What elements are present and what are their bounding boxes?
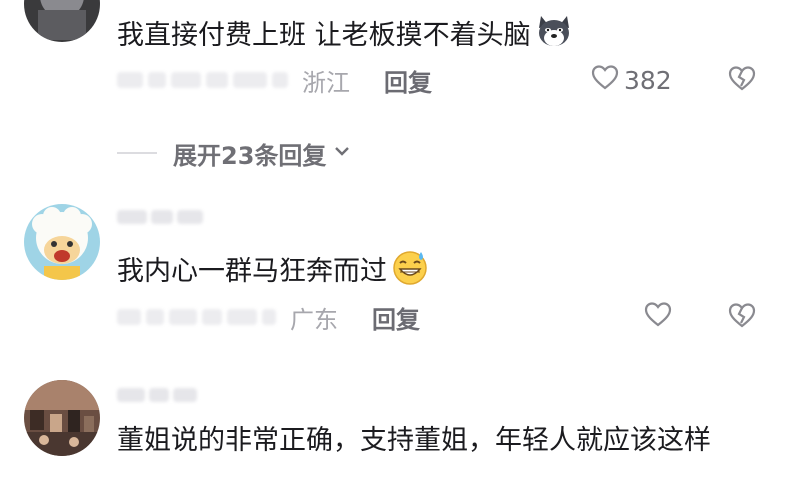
region-label: 浙江 — [302, 68, 350, 97]
comment-meta: 浙江 回复 — [117, 63, 432, 98]
avatar[interactable] — [24, 204, 100, 280]
dislike-button[interactable] — [727, 64, 757, 96]
comment-body: 我内心一群马狂奔而过 — [117, 256, 387, 287]
broken-heart-icon — [727, 300, 757, 334]
comment-text: 我内心一群马狂奔而过 — [117, 248, 429, 290]
like-count: 382 — [624, 65, 672, 95]
region-label: 广东 — [290, 305, 338, 334]
heart-icon — [643, 299, 673, 335]
comment-list: 我直接付费上班 让老板摸不着头脑 浙江 回复 382 展开23条回复 我内心一群… — [0, 0, 805, 501]
expand-replies-button[interactable]: 展开23条回复 — [117, 138, 352, 170]
comment-body: 董姐说的非常正确，支持董姐，年轻人就应该这样 — [117, 425, 711, 456]
heart-icon — [590, 62, 620, 98]
blurred-username — [117, 384, 207, 406]
reply-button[interactable]: 回复 — [372, 300, 420, 335]
comment-body: 我直接付费上班 让老板摸不着头脑 — [117, 20, 531, 51]
like-button[interactable]: 382 — [590, 64, 672, 96]
reply-button[interactable]: 回复 — [384, 63, 432, 98]
avatar[interactable] — [24, 380, 100, 456]
comment-text: 我直接付费上班 让老板摸不着头脑 — [117, 12, 573, 54]
expand-replies-label: 展开23条回复 — [173, 141, 327, 170]
grinning-sweat-icon — [391, 248, 429, 286]
divider — [117, 152, 157, 154]
broken-heart-icon — [727, 63, 757, 97]
blurred-username — [117, 206, 207, 228]
blurred-timestamp — [117, 72, 288, 88]
avatar[interactable] — [24, 0, 100, 42]
dog-face-icon — [535, 12, 573, 50]
like-button[interactable] — [643, 301, 673, 333]
chevron-down-icon — [326, 139, 352, 167]
comment-meta: 广东 回复 — [117, 300, 420, 335]
comment-text: 董姐说的非常正确，支持董姐，年轻人就应该这样 — [117, 423, 757, 459]
dislike-button[interactable] — [727, 301, 757, 333]
blurred-timestamp — [117, 309, 276, 325]
